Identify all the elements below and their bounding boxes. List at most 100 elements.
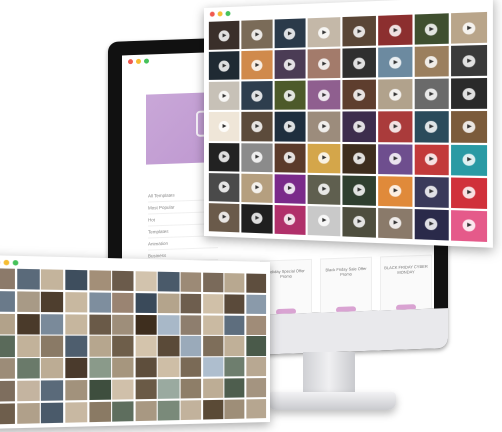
play-icon[interactable]	[425, 22, 438, 36]
photo-thumbnail[interactable]	[112, 292, 134, 313]
photo-thumbnail[interactable]	[158, 336, 180, 357]
photo-thumbnail[interactable]	[224, 315, 245, 335]
photo-thumbnail[interactable]	[224, 399, 245, 420]
photo-thumbnail[interactable]	[158, 400, 180, 421]
close-dot-icon[interactable]	[128, 59, 133, 65]
play-icon[interactable]	[218, 60, 230, 72]
play-icon[interactable]	[388, 185, 401, 198]
play-icon[interactable]	[318, 215, 330, 227]
video-thumbnail[interactable]	[342, 143, 376, 174]
photo-thumbnail[interactable]	[0, 403, 16, 425]
photo-thumbnail[interactable]	[65, 401, 88, 423]
play-icon[interactable]	[425, 153, 438, 166]
video-thumbnail[interactable]	[451, 78, 488, 110]
photo-thumbnail[interactable]	[180, 399, 202, 421]
video-thumbnail[interactable]	[377, 14, 412, 46]
play-icon[interactable]	[425, 218, 438, 231]
video-thumbnail[interactable]	[274, 204, 306, 235]
play-icon[interactable]	[318, 152, 330, 164]
photo-thumbnail[interactable]	[202, 378, 224, 399]
video-thumbnail[interactable]	[241, 112, 273, 142]
photo-thumbnail[interactable]	[0, 358, 16, 380]
photo-thumbnail[interactable]	[202, 315, 224, 335]
play-icon[interactable]	[218, 29, 230, 42]
photo-thumbnail[interactable]	[0, 313, 16, 335]
play-icon[interactable]	[462, 219, 476, 233]
play-icon[interactable]	[218, 120, 230, 133]
video-thumbnail[interactable]	[451, 111, 488, 143]
photo-thumbnail[interactable]	[202, 293, 224, 314]
photo-thumbnail[interactable]	[135, 336, 157, 357]
play-icon[interactable]	[353, 120, 365, 133]
photo-thumbnail[interactable]	[112, 270, 134, 292]
play-icon[interactable]	[284, 182, 296, 195]
photo-thumbnail[interactable]	[180, 336, 202, 356]
play-icon[interactable]	[462, 54, 476, 68]
play-icon[interactable]	[388, 88, 401, 101]
play-icon[interactable]	[353, 216, 365, 229]
photo-thumbnail[interactable]	[0, 268, 16, 290]
play-icon[interactable]	[388, 217, 401, 230]
video-thumbnail[interactable]	[307, 17, 341, 48]
photo-thumbnail[interactable]	[180, 378, 202, 399]
photo-thumbnail[interactable]	[135, 292, 157, 314]
play-icon[interactable]	[284, 151, 296, 164]
play-icon[interactable]	[425, 55, 438, 68]
play-icon[interactable]	[388, 24, 401, 37]
photo-thumbnail[interactable]	[41, 335, 64, 357]
maximize-dot-icon[interactable]	[225, 10, 231, 17]
video-thumbnail[interactable]	[274, 143, 306, 173]
photo-thumbnail[interactable]	[180, 293, 202, 314]
video-thumbnail[interactable]	[451, 177, 488, 209]
play-icon[interactable]	[462, 153, 476, 167]
photo-thumbnail[interactable]	[41, 269, 64, 291]
close-dot-icon[interactable]	[209, 11, 215, 17]
photo-thumbnail[interactable]	[16, 358, 40, 380]
video-thumbnail[interactable]	[307, 48, 341, 79]
photo-thumbnail[interactable]	[41, 402, 64, 424]
play-icon[interactable]	[250, 90, 263, 102]
photo-thumbnail[interactable]	[65, 335, 88, 357]
video-thumbnail[interactable]	[342, 175, 376, 206]
play-icon[interactable]	[353, 152, 365, 165]
photo-thumbnail[interactable]	[202, 336, 224, 356]
video-thumbnail[interactable]	[414, 208, 450, 241]
play-icon[interactable]	[218, 151, 230, 163]
photo-thumbnail[interactable]	[224, 294, 245, 314]
video-thumbnail[interactable]	[274, 18, 306, 49]
photo-thumbnail[interactable]	[65, 379, 88, 401]
photo-thumbnail[interactable]	[16, 380, 40, 402]
photo-thumbnail[interactable]	[202, 272, 224, 293]
play-icon[interactable]	[284, 213, 296, 226]
photo-thumbnail[interactable]	[16, 268, 40, 290]
photo-thumbnail[interactable]	[158, 271, 180, 292]
play-icon[interactable]	[425, 185, 438, 199]
photo-thumbnail[interactable]	[246, 357, 267, 377]
photo-thumbnail[interactable]	[65, 291, 88, 313]
photo-thumbnail[interactable]	[41, 291, 64, 313]
photo-thumbnail[interactable]	[88, 357, 111, 379]
play-icon[interactable]	[250, 59, 263, 71]
photo-thumbnail[interactable]	[135, 314, 157, 335]
video-thumbnail[interactable]	[451, 209, 488, 242]
play-icon[interactable]	[284, 120, 296, 133]
video-thumbnail[interactable]	[274, 112, 306, 142]
photo-thumbnail[interactable]	[16, 402, 40, 424]
photo-thumbnail[interactable]	[246, 294, 267, 315]
minimize-dot-icon[interactable]	[136, 58, 141, 64]
photo-thumbnail[interactable]	[180, 357, 202, 378]
play-icon[interactable]	[284, 58, 296, 71]
video-thumbnail[interactable]	[451, 45, 488, 77]
video-thumbnail[interactable]	[241, 19, 273, 50]
play-icon[interactable]	[284, 27, 296, 40]
video-thumbnail[interactable]	[208, 51, 240, 81]
video-thumbnail[interactable]	[451, 144, 488, 176]
photo-thumbnail[interactable]	[135, 379, 157, 400]
minimize-dot-icon[interactable]	[217, 11, 223, 17]
minimize-dot-icon[interactable]	[3, 259, 10, 266]
video-thumbnail[interactable]	[377, 207, 412, 240]
play-icon[interactable]	[353, 184, 365, 197]
video-thumbnail[interactable]	[342, 15, 376, 47]
video-thumbnail[interactable]	[414, 111, 450, 143]
play-icon[interactable]	[388, 153, 401, 165]
